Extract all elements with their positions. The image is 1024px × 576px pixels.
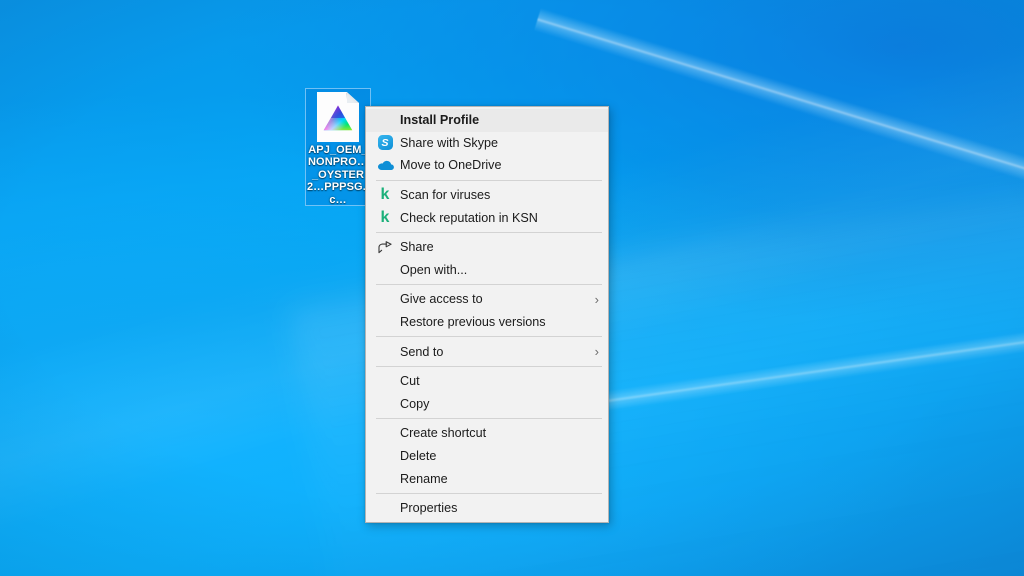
menu-item-label: Create shortcut	[400, 426, 602, 440]
menu-item-install-profile[interactable]: Install Profile	[366, 109, 608, 132]
restore-icon-slot	[374, 313, 396, 331]
file-context-menu[interactable]: Install Profile S Share with Skype Move …	[365, 106, 609, 523]
menu-item-label: Send to	[400, 345, 595, 359]
open-with-icon-slot	[374, 261, 396, 279]
share-arrow-icon	[374, 238, 396, 256]
menu-separator	[376, 284, 602, 285]
menu-item-cut[interactable]: Cut	[366, 370, 608, 393]
chevron-right-icon: ›	[595, 293, 602, 306]
menu-item-label: Properties	[400, 501, 602, 515]
menu-item-scan-for-viruses[interactable]: k Scan for viruses	[366, 184, 608, 207]
menu-separator	[376, 180, 602, 181]
menu-item-label: Restore previous versions	[400, 315, 602, 329]
desktop-icon-label: APJ_OEM_NONPRO…_OYSTER2…PPPSG.ic…	[306, 144, 370, 206]
kaspersky-icon: k	[374, 209, 396, 227]
properties-icon-slot	[374, 499, 396, 517]
menu-separator	[376, 232, 602, 233]
menu-item-check-reputation-in-ksn[interactable]: k Check reputation in KSN	[366, 206, 608, 229]
menu-item-copy[interactable]: Copy	[366, 393, 608, 416]
menu-item-give-access-to[interactable]: Give access to ›	[366, 288, 608, 311]
menu-item-open-with[interactable]: Open with...	[366, 259, 608, 282]
menu-item-label: Move to OneDrive	[400, 158, 602, 172]
copy-icon-slot	[374, 395, 396, 413]
desktop-icon-apj-oem-profile[interactable]: APJ_OEM_NONPRO…_OYSTER2…PPPSG.ic…	[305, 88, 371, 206]
menu-item-label: Delete	[400, 449, 602, 463]
menu-separator	[376, 493, 602, 494]
menu-item-label: Share	[400, 240, 602, 254]
menu-item-move-to-onedrive[interactable]: Move to OneDrive	[366, 154, 608, 177]
rainbow-triangle-document-icon	[317, 92, 359, 142]
cut-icon-slot	[374, 372, 396, 390]
create-shortcut-icon-slot	[374, 424, 396, 442]
menu-item-label: Install Profile	[400, 113, 602, 127]
menu-item-rename[interactable]: Rename	[366, 467, 608, 490]
desktop[interactable]: APJ_OEM_NONPRO…_OYSTER2…PPPSG.ic… Instal…	[0, 0, 1024, 576]
send-to-icon-slot	[374, 343, 396, 361]
menu-item-label: Cut	[400, 374, 602, 388]
onedrive-cloud-icon	[374, 156, 396, 174]
menu-item-label: Copy	[400, 397, 602, 411]
menu-item-label: Scan for viruses	[400, 188, 602, 202]
delete-icon-slot	[374, 447, 396, 465]
menu-item-label: Rename	[400, 472, 602, 486]
menu-item-restore-previous-versions[interactable]: Restore previous versions	[366, 311, 608, 334]
kaspersky-icon: k	[374, 186, 396, 204]
menu-item-create-shortcut[interactable]: Create shortcut	[366, 422, 608, 445]
rainbow-triangle-glyph	[323, 105, 353, 131]
menu-item-share-with-skype[interactable]: S Share with Skype	[366, 132, 608, 155]
menu-separator	[376, 366, 602, 367]
skype-icon: S	[374, 134, 396, 152]
menu-item-label: Give access to	[400, 292, 595, 306]
menu-item-label: Check reputation in KSN	[400, 211, 602, 225]
rename-icon-slot	[374, 470, 396, 488]
menu-item-label: Share with Skype	[400, 136, 602, 150]
menu-separator	[376, 336, 602, 337]
menu-item-properties[interactable]: Properties	[366, 497, 608, 520]
give-access-icon-slot	[374, 290, 396, 308]
chevron-right-icon: ›	[595, 345, 602, 358]
menu-item-share[interactable]: Share	[366, 236, 608, 259]
menu-item-send-to[interactable]: Send to ›	[366, 340, 608, 363]
menu-item-delete[interactable]: Delete	[366, 445, 608, 468]
menu-item-label: Open with...	[400, 263, 602, 277]
install-profile-icon-slot	[374, 111, 396, 129]
menu-separator	[376, 418, 602, 419]
